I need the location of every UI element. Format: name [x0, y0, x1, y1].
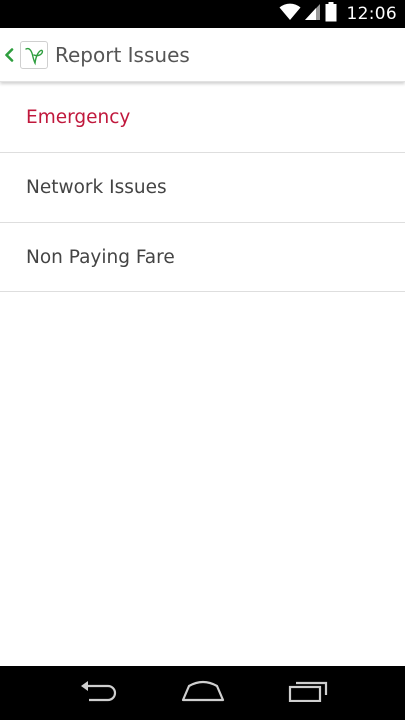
- list-item-network-issues[interactable]: Network Issues: [0, 153, 405, 223]
- list-item-label: Network Issues: [26, 177, 167, 198]
- list-item-label: Non Paying Fare: [26, 246, 175, 268]
- recents-icon: [288, 680, 328, 707]
- app-logo-icon: [20, 40, 48, 69]
- screen: 12:06 Report Issues Emergency Network Is…: [0, 0, 405, 720]
- signal-icon: [304, 3, 321, 26]
- list-item-non-paying-fare[interactable]: Non Paying Fare: [0, 223, 405, 292]
- home-icon: [181, 680, 225, 707]
- status-icons: 12:06: [279, 0, 398, 28]
- issue-list: Emergency Network Issues Non Paying Fare: [0, 82, 405, 292]
- list-item-label: Emergency: [26, 106, 131, 128]
- wifi-icon: [279, 3, 301, 26]
- list-item-emergency[interactable]: Emergency: [0, 82, 405, 153]
- home-button[interactable]: [173, 666, 233, 720]
- action-bar: Report Issues: [0, 28, 405, 82]
- back-button[interactable]: [68, 666, 128, 720]
- chevron-left-icon: [4, 47, 16, 63]
- status-bar: 12:06: [0, 0, 405, 28]
- battery-icon: [325, 1, 337, 27]
- up-button[interactable]: [0, 28, 48, 82]
- status-time: 12:06: [346, 4, 397, 24]
- recents-button[interactable]: [278, 666, 338, 720]
- navigation-bar: [0, 666, 405, 720]
- back-icon: [77, 680, 119, 707]
- page-title: Report Issues: [55, 42, 190, 67]
